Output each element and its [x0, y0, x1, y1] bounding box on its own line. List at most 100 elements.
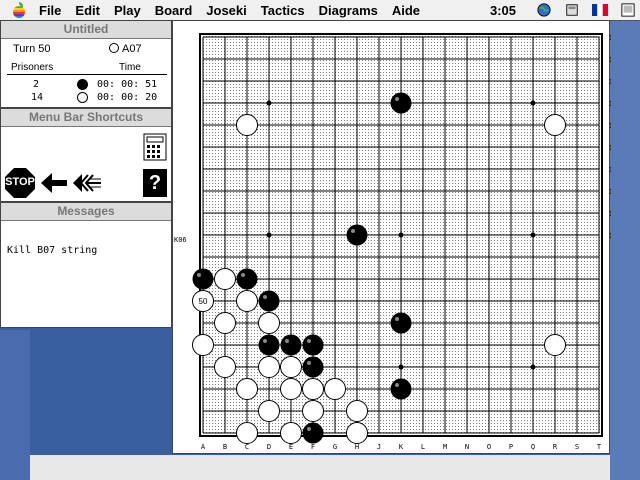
black-stone[interactable]	[390, 312, 412, 334]
star-point	[266, 232, 272, 238]
black-stone[interactable]	[280, 334, 302, 356]
column-label: M	[443, 443, 447, 451]
message-text: Kill B07 string	[7, 245, 98, 256]
white-stone[interactable]	[258, 312, 280, 334]
black-stone[interactable]	[346, 224, 368, 246]
messages-window: Messages Kill B07 string	[0, 202, 172, 328]
white-stone[interactable]	[302, 378, 324, 400]
white-stone[interactable]	[236, 290, 258, 312]
apple-menu-icon[interactable]	[12, 2, 26, 18]
go-board[interactable]: ABCDEFGHJKLMNOPQRST123456789101112131415…	[173, 21, 611, 455]
white-stone[interactable]	[214, 356, 236, 378]
white-stone[interactable]	[280, 378, 302, 400]
black-stone[interactable]	[258, 290, 280, 312]
row-label: 15	[609, 122, 611, 130]
black-stone[interactable]	[302, 334, 324, 356]
white-stone[interactable]	[258, 400, 280, 422]
menubar: File Edit Play Board Joseki Tactics Diagrams Ai…	[0, 0, 640, 21]
black-stone[interactable]	[258, 334, 280, 356]
white-stone[interactable]	[346, 400, 368, 422]
white-stone[interactable]	[236, 422, 258, 444]
star-point	[530, 364, 536, 370]
menubar-clock[interactable]: 3:05	[490, 3, 516, 18]
globe-icon[interactable]	[536, 3, 552, 17]
stone-highlight	[307, 427, 311, 431]
column-label: C	[245, 443, 249, 451]
white-stone[interactable]	[280, 422, 302, 444]
column-label: E	[289, 443, 293, 451]
menu-joseki[interactable]: Joseki	[199, 3, 253, 18]
stone-highlight	[241, 273, 245, 277]
column-label: T	[597, 443, 602, 451]
side-label: K06	[174, 236, 187, 244]
star-point	[398, 232, 404, 238]
column-label: H	[355, 443, 359, 451]
white-stone[interactable]	[192, 334, 214, 356]
french-flag-icon[interactable]	[592, 3, 608, 17]
shortcuts-title[interactable]: Menu Bar Shortcuts	[1, 109, 171, 127]
black-stone[interactable]	[390, 92, 412, 114]
white-stone[interactable]	[544, 114, 566, 136]
menu-board[interactable]: Board	[148, 3, 200, 18]
column-label: K	[399, 443, 404, 451]
menu-aide[interactable]: Aide	[385, 3, 427, 18]
column-label: S	[575, 443, 579, 451]
application-icon[interactable]	[564, 3, 580, 17]
black-stone-icon	[77, 79, 88, 90]
white-stone[interactable]	[302, 400, 324, 422]
help-button[interactable]: ?	[143, 169, 167, 197]
black-stone[interactable]	[302, 356, 324, 378]
divider	[7, 74, 167, 75]
white-prisoners-count: 14	[31, 92, 44, 103]
calculator-icon[interactable]	[143, 133, 167, 161]
white-stone-icon	[109, 43, 119, 53]
black-stone[interactable]	[390, 378, 412, 400]
game-info-title[interactable]: Untitled	[1, 21, 171, 39]
column-label: B	[223, 443, 227, 451]
finder-icon[interactable]	[620, 3, 636, 17]
desktop-background	[610, 20, 640, 480]
column-label: R	[553, 443, 558, 451]
white-stone[interactable]	[258, 356, 280, 378]
white-stone[interactable]	[544, 334, 566, 356]
menu-edit[interactable]: Edit	[68, 3, 107, 18]
star-point	[530, 100, 536, 106]
white-stone[interactable]	[236, 378, 258, 400]
black-stone[interactable]	[236, 268, 258, 290]
desktop-background-left	[0, 330, 30, 480]
rewind-icon[interactable]	[73, 173, 101, 193]
white-stone-icon	[77, 92, 88, 103]
column-label: O	[487, 443, 491, 451]
messages-title[interactable]: Messages	[1, 203, 171, 221]
column-label: N	[465, 443, 469, 451]
white-stone[interactable]	[346, 422, 368, 444]
back-arrow-icon[interactable]	[41, 173, 67, 193]
column-label: A	[201, 443, 206, 451]
column-label: L	[421, 443, 425, 451]
stone-highlight	[263, 295, 267, 299]
black-stone[interactable]	[192, 268, 214, 290]
go-board-window: ABCDEFGHJKLMNOPQRST123456789101112131415…	[172, 20, 611, 455]
stone-highlight	[197, 273, 201, 277]
column-label: D	[267, 443, 271, 451]
shortcuts-window: Menu Bar Shortcuts STOP ?	[0, 108, 172, 202]
menu-tactics[interactable]: Tactics	[254, 3, 312, 18]
white-stone[interactable]	[236, 114, 258, 136]
white-time: 00: 00: 20	[97, 92, 158, 103]
stone-highlight	[351, 229, 355, 233]
last-move-label: A07	[122, 43, 142, 55]
time-label: Time	[119, 62, 141, 73]
row-label: 12	[609, 188, 611, 196]
menu-play[interactable]: Play	[107, 3, 148, 18]
white-stone[interactable]	[280, 356, 302, 378]
black-stone[interactable]	[302, 422, 324, 444]
stop-button[interactable]: STOP	[4, 167, 36, 199]
white-stone[interactable]	[214, 268, 236, 290]
white-stone[interactable]	[214, 312, 236, 334]
last-move-number: 50	[199, 297, 208, 306]
star-point	[266, 100, 272, 106]
stop-label: STOP	[5, 176, 35, 188]
white-stone[interactable]	[324, 378, 346, 400]
menu-file[interactable]: File	[32, 3, 68, 18]
menu-diagrams[interactable]: Diagrams	[312, 3, 385, 18]
